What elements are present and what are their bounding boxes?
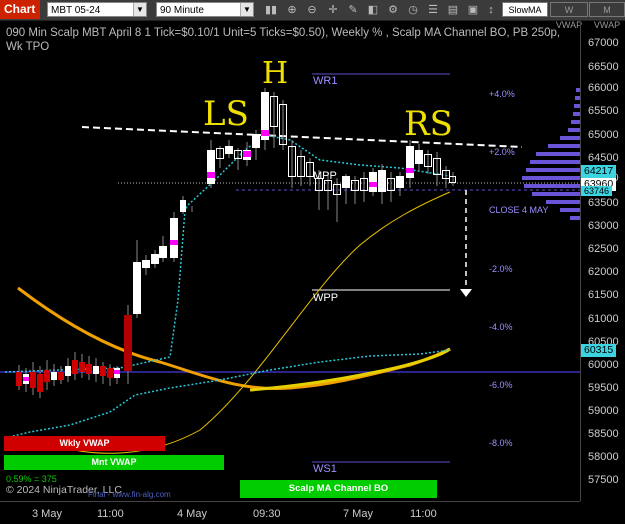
- price-tag: 64217: [581, 165, 617, 178]
- interval-selector[interactable]: 90 Minute ▼: [156, 2, 254, 17]
- candles: [16, 88, 456, 398]
- y-tick: 65000: [588, 129, 619, 141]
- ma-yellow-thin: [39, 191, 451, 454]
- tpo-profile: [522, 88, 580, 220]
- y-tick: 66000: [588, 82, 619, 94]
- left-shoulder-label: LS: [203, 94, 249, 134]
- m-vwap-button[interactable]: M VWAP: [589, 2, 625, 30]
- y-tick: 66500: [588, 61, 619, 73]
- properties-icon[interactable]: ☰: [426, 3, 440, 17]
- y-tick: 64500: [588, 152, 619, 164]
- chart-trader-icon[interactable]: ↕: [484, 3, 498, 17]
- strategy-icon[interactable]: ⚙: [386, 3, 400, 17]
- y-tick: 57500: [588, 474, 619, 486]
- zoom-out-icon[interactable]: ⊖: [305, 3, 319, 17]
- interval-value: 90 Minute: [160, 5, 204, 16]
- y-tick: 65500: [588, 105, 619, 117]
- instrument-icon[interactable]: ◧: [366, 3, 380, 17]
- x-tick: 3 May: [32, 508, 62, 520]
- pct-label: -2.0%: [489, 264, 513, 274]
- price-axis[interactable]: 67000 66500 66000 65500 65000 64500 6400…: [580, 21, 625, 501]
- right-shoulder-label: RS: [404, 104, 453, 144]
- pct-label: +4.0%: [489, 89, 515, 99]
- bar-style-icon[interactable]: ▮▮: [264, 3, 278, 17]
- x-tick: 11:00: [410, 508, 437, 520]
- y-tick: 58000: [588, 451, 619, 463]
- ma-cyan-lower: [4, 349, 451, 439]
- data-box-icon[interactable]: ▤: [446, 3, 460, 17]
- price-tag: 63746: [581, 186, 613, 196]
- instrument-value: MBT 05-24: [51, 5, 101, 16]
- y-tick: 61000: [588, 313, 619, 325]
- y-tick: 61500: [588, 289, 619, 301]
- y-tick: 58500: [588, 428, 619, 440]
- time-icon[interactable]: ◷: [406, 3, 420, 17]
- x-tick: 7 May: [343, 508, 373, 520]
- pct-label: +2.0%: [489, 147, 515, 157]
- y-tick: 59000: [588, 405, 619, 417]
- y-tick: 67000: [588, 37, 619, 49]
- weekly-vwap-bar: Wkly VWAP: [4, 436, 165, 451]
- y-tick: 63500: [588, 197, 619, 209]
- x-tick: 11:00: [97, 508, 124, 520]
- ma-yellow-thick: [249, 347, 451, 392]
- price-tag: 60315: [581, 344, 617, 357]
- zoom-in-icon[interactable]: ⊕: [285, 3, 299, 17]
- ws1-label: WS1: [313, 463, 337, 475]
- chevron-down-icon: ▼: [240, 3, 253, 16]
- mpp-label: MPP: [313, 170, 337, 182]
- close-label: CLOSE 4 MAY: [489, 205, 549, 215]
- y-tick: 63000: [588, 220, 619, 232]
- pct-label: -8.0%: [489, 438, 513, 448]
- chart-title: 090 Min Scalp MBT April 8 1 Tick=$0.10/1…: [6, 27, 561, 53]
- draw-icon[interactable]: ✎: [346, 3, 360, 17]
- x-tick: 4 May: [177, 508, 207, 520]
- footer-stat: 0.59% = 375: [6, 474, 57, 484]
- chevron-down-icon: ▼: [133, 3, 146, 16]
- y-tick: 62500: [588, 243, 619, 255]
- scalp-ma-channel-bo-bar: Scalp MA Channel BO: [240, 480, 437, 498]
- target-arrow-head: [460, 289, 472, 297]
- y-tick: 59500: [588, 382, 619, 394]
- x-axis-line: [0, 501, 580, 502]
- neckline: [81, 126, 523, 148]
- monthly-vwap-bar: Mnt VWAP: [4, 455, 224, 470]
- w-vwap-button[interactable]: W VWAP: [550, 2, 588, 30]
- head-label: H: [262, 56, 289, 91]
- screenshot-icon[interactable]: ▣: [466, 3, 480, 17]
- footer-site: Final - www.fin-alg.com: [88, 490, 171, 499]
- chart-toolbar: Chart MBT 05-24 ▼ 90 Minute ▼ ▮▮ ⊕ ⊖ ✛ ✎…: [0, 0, 625, 30]
- slowma-button[interactable]: SlowMA: [502, 2, 548, 17]
- crosshair-icon[interactable]: ✛: [326, 3, 340, 17]
- instrument-selector[interactable]: MBT 05-24 ▼: [47, 2, 147, 17]
- x-tick: 09:30: [253, 508, 281, 520]
- y-tick: 62000: [588, 266, 619, 278]
- wr1-label: WR1: [313, 75, 338, 87]
- y-tick: 60000: [588, 359, 619, 371]
- pct-label: -4.0%: [489, 322, 513, 332]
- slow-ma-orange: [17, 286, 451, 391]
- pct-label: -6.0%: [489, 380, 513, 390]
- chart-tab[interactable]: Chart: [0, 0, 40, 19]
- wpp-label: WPP: [313, 292, 339, 304]
